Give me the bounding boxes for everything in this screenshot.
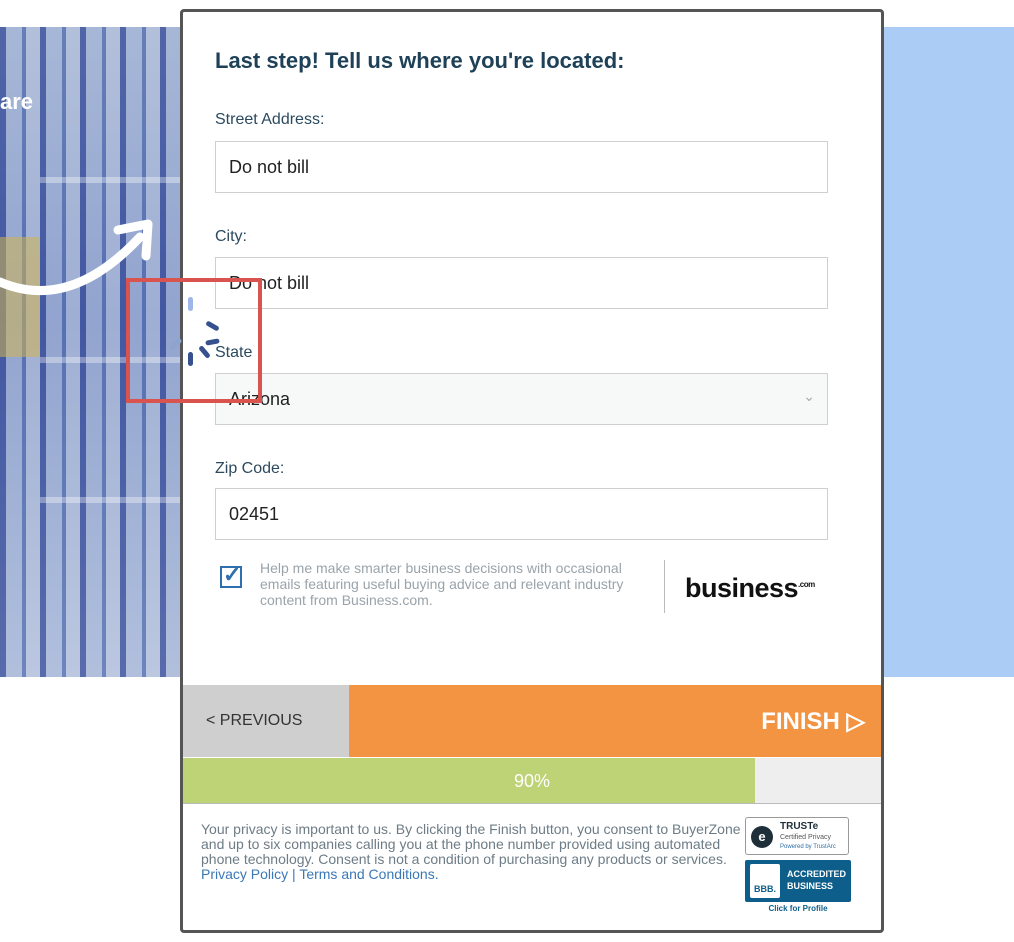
bbb-badge[interactable]: BBB. ACCREDITED BUSINESS Click for Profi…	[745, 860, 851, 915]
consent-divider	[664, 560, 665, 613]
privacy-notice: Your privacy is important to us. By clic…	[201, 822, 741, 882]
terms-link[interactable]: Terms and Conditions.	[299, 866, 438, 882]
bbb-cta[interactable]: Click for Profile	[745, 904, 851, 913]
progress-bar: 90%	[183, 758, 881, 804]
form-title: Last step! Tell us where you're located:	[215, 48, 625, 73]
finish-button[interactable]: FINISH ▷	[350, 685, 881, 757]
city-label: City:	[215, 228, 247, 245]
truste-badge[interactable]: e TRUSTe Certified Privacy Powered by Tr…	[745, 817, 849, 855]
street-address-value: Do not bill	[229, 156, 310, 177]
progress-label: 90%	[513, 771, 551, 791]
state-select[interactable]: Arizona ⌄	[215, 373, 828, 425]
chevron-down-icon: ⌄	[803, 388, 815, 404]
lead-form-modal: Last step! Tell us where you're located:…	[180, 9, 884, 933]
consent-text: Help me make smarter business decisions …	[260, 560, 624, 608]
highlight-annotation-box	[126, 278, 262, 403]
checkbox-icon: ✓	[223, 562, 242, 587]
previous-button[interactable]: < PREVIOUS	[183, 685, 350, 757]
background-shelf	[40, 177, 190, 183]
zip-code-label: Zip Code:	[215, 460, 285, 477]
zip-code-input[interactable]: 02451	[215, 488, 828, 540]
truste-powered: Powered by TrustArc	[780, 844, 836, 850]
city-input[interactable]: Do not bill	[215, 257, 828, 309]
business-logo-suffix: .com	[798, 580, 815, 589]
privacy-policy-link[interactable]: Privacy Policy	[201, 866, 288, 882]
business-logo-text: business	[685, 573, 799, 603]
bbb-line-2: BUSINESS	[787, 881, 834, 891]
email-consent: ✓ Help me make smarter business decision…	[215, 560, 835, 630]
business-com-logo: business.com	[685, 573, 815, 604]
bbb-box: BBB. ACCREDITED BUSINESS	[745, 860, 851, 902]
truste-subtitle: Certified Privacy	[780, 834, 831, 841]
link-separator: |	[288, 866, 300, 882]
street-address-input[interactable]: Do not bill	[215, 141, 828, 193]
bbb-seal-icon: BBB.	[750, 864, 780, 898]
bbb-line-1: ACCREDITED	[787, 869, 847, 879]
street-address-label: Street Address:	[215, 111, 325, 128]
privacy-text: Your privacy is important to us. By clic…	[201, 821, 741, 867]
truste-logo-icon: e	[751, 826, 773, 848]
truste-title: TRUSTe	[780, 821, 819, 832]
background-shelf	[40, 497, 190, 503]
zip-code-value: 02451	[229, 503, 280, 524]
background-right-panel	[880, 27, 1014, 677]
background-headline: are	[0, 89, 34, 114]
consent-checkbox[interactable]: ✓	[220, 562, 242, 588]
